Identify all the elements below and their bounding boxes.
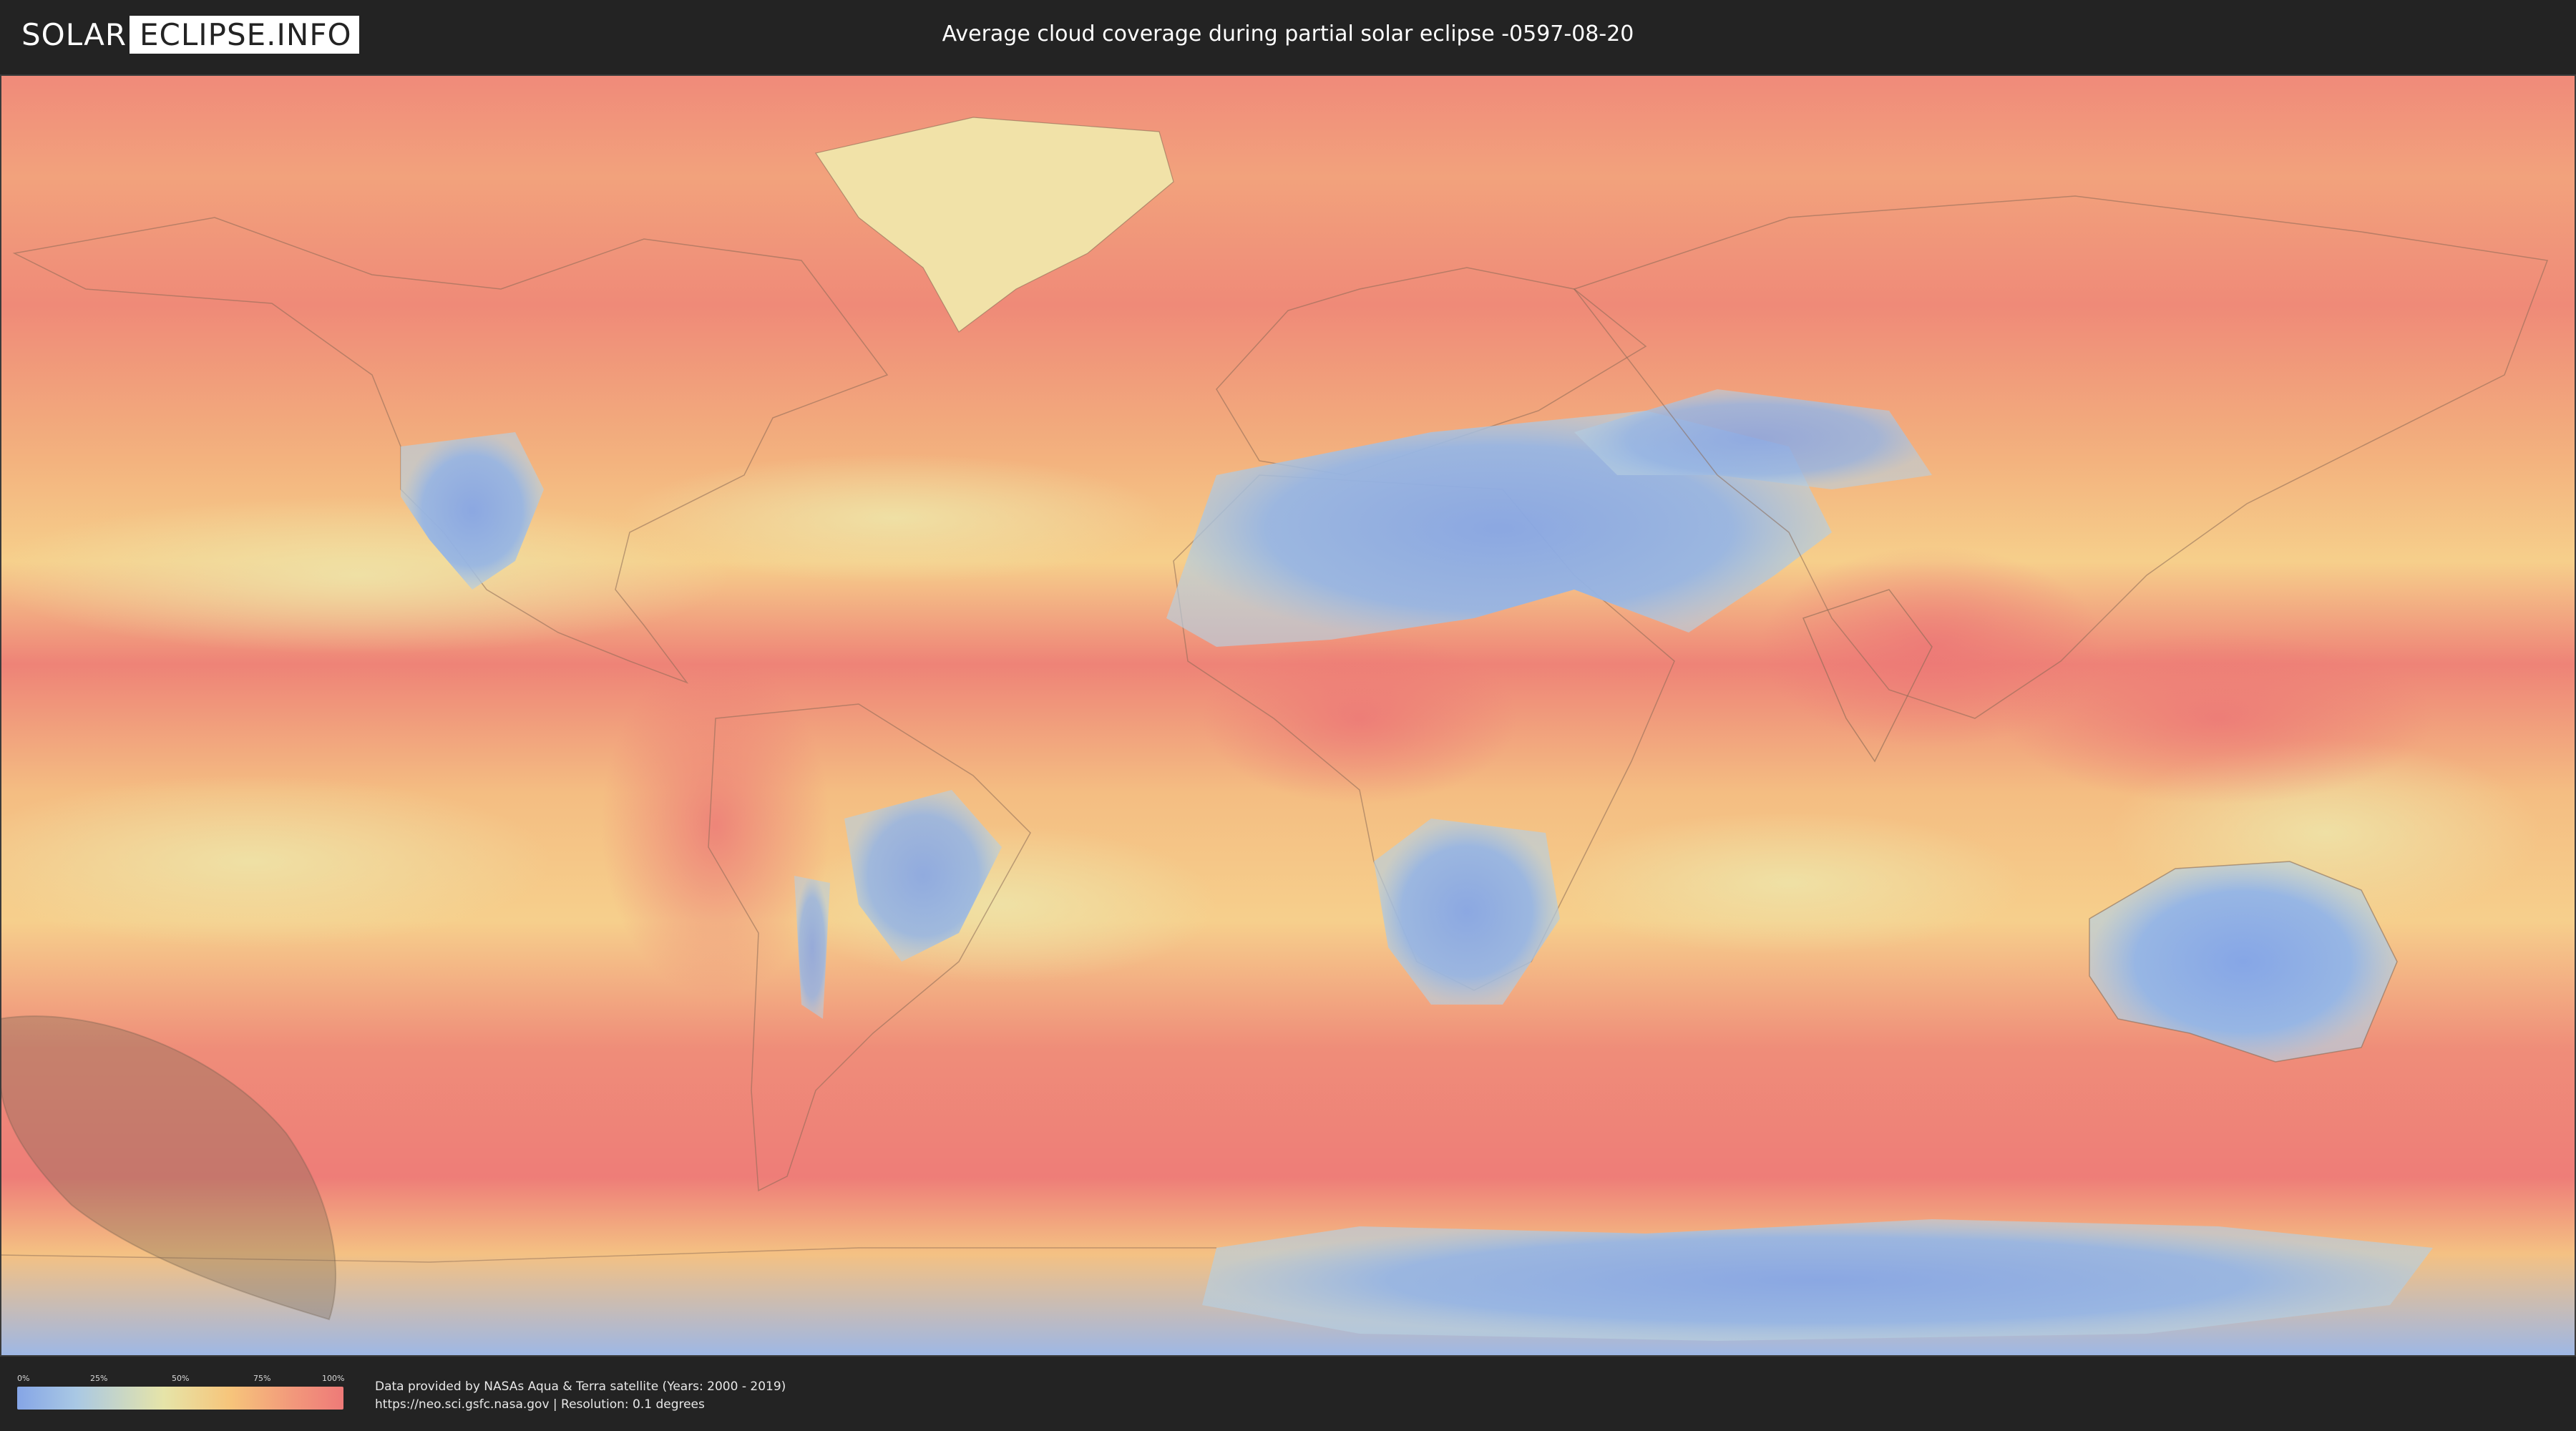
cloud-coverage-legend: 0% 25% 50% 75% 100% xyxy=(17,1374,345,1410)
data-credit: Data provided by NASAs Aqua & Terra sate… xyxy=(375,1378,786,1414)
legend-tick-0: 0% xyxy=(17,1374,30,1383)
world-map-svg xyxy=(0,74,2576,1357)
legend-tick-25: 25% xyxy=(90,1374,108,1383)
cloud-patch-indian-south xyxy=(1553,811,2025,954)
legend-color-bar xyxy=(17,1387,343,1410)
header-bar: SOLAR ECLIPSE.INFO Average cloud coverag… xyxy=(0,0,2576,72)
legend-tick-75: 75% xyxy=(253,1374,271,1383)
page-title: Average cloud coverage during partial so… xyxy=(942,21,1634,47)
credit-line-source: Data provided by NASAs Aqua & Terra sate… xyxy=(375,1379,786,1394)
cloud-patch-pacific-north xyxy=(0,497,730,654)
legend-ticks: 0% 25% 50% 75% 100% xyxy=(17,1374,345,1387)
cloud-patch-atlantic-north xyxy=(623,454,1166,582)
legend-tick-100: 100% xyxy=(322,1374,345,1383)
cloud-patch-maritime-asia xyxy=(2004,633,2433,804)
cloud-patch-west-south-america xyxy=(601,654,830,997)
cloud-patch-central-africa xyxy=(1202,633,1517,804)
credit-line-url[interactable]: https://neo.sci.gsfc.nasa.gov | Resoluti… xyxy=(375,1396,786,1414)
legend-tick-50: 50% xyxy=(172,1374,190,1383)
cloud-coverage-map[interactable] xyxy=(0,74,2576,1357)
